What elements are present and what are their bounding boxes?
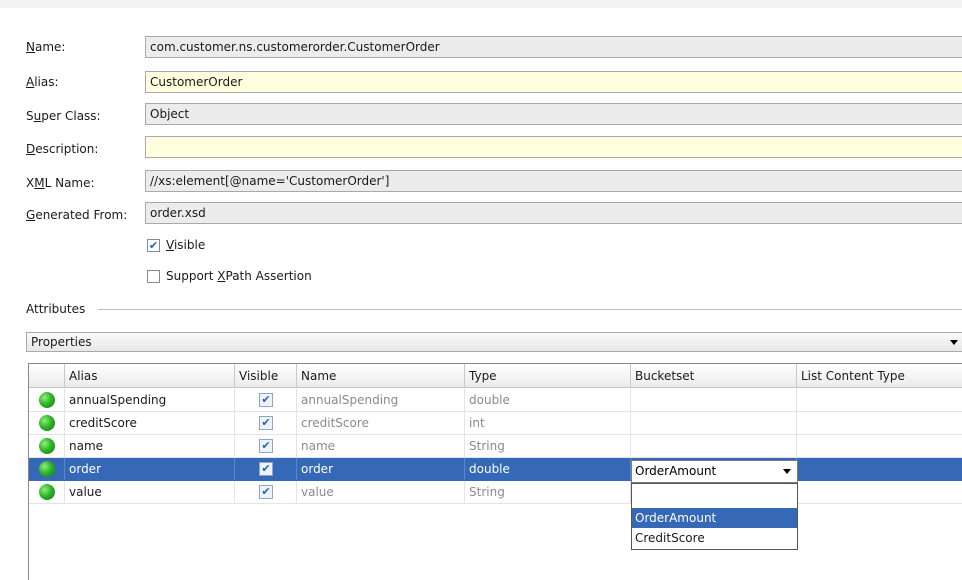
table-row[interactable]: name ✔ name String xyxy=(29,435,962,458)
column-header-name[interactable]: Name xyxy=(297,364,465,388)
visible-checkbox[interactable]: ✔ xyxy=(147,238,160,252)
name-cell: value xyxy=(297,481,465,503)
alias-cell[interactable]: value xyxy=(65,481,235,503)
alias-cell[interactable]: annualSpending xyxy=(65,389,235,411)
table-row[interactable]: value ✔ value String xyxy=(29,481,962,504)
description-field[interactable] xyxy=(145,136,962,158)
visible-cell[interactable]: ✔ xyxy=(235,412,297,434)
type-cell: double xyxy=(465,458,631,480)
visible-row-checkbox[interactable]: ✔ xyxy=(259,485,273,499)
visible-checkbox-label: Visible xyxy=(166,238,206,252)
super-class-field[interactable]: Object xyxy=(145,103,962,125)
visible-cell[interactable]: ✔ xyxy=(235,389,297,411)
name-cell: creditScore xyxy=(297,412,465,434)
list-content-type-cell[interactable] xyxy=(797,412,962,434)
generated-from-field[interactable]: order.xsd xyxy=(145,202,962,224)
super-class-label: Super Class: xyxy=(26,109,101,123)
table-row[interactable]: annualSpending ✔ annualSpending double xyxy=(29,389,962,412)
list-content-type-cell[interactable] xyxy=(797,435,962,457)
visible-row-checkbox[interactable]: ✔ xyxy=(259,393,273,407)
column-header-alias[interactable]: Alias xyxy=(65,364,235,388)
xml-name-field[interactable]: //xs:element[@name='CustomerOrder'] xyxy=(145,170,962,192)
visible-checkbox-row[interactable]: ✔ Visible xyxy=(147,237,205,253)
alias-field[interactable]: CustomerOrder xyxy=(145,71,962,93)
alias-cell[interactable]: creditScore xyxy=(65,412,235,434)
attributes-table: Alias Visible Name Type Bucketset List C… xyxy=(28,363,962,580)
xml-name-label: XML Name: xyxy=(26,176,95,190)
attributes-section-title: Attributes xyxy=(26,302,86,316)
bucketset-cell[interactable] xyxy=(631,389,797,411)
list-content-type-cell[interactable] xyxy=(797,458,962,480)
alias-cell[interactable]: name xyxy=(65,435,235,457)
visible-cell[interactable]: ✔ xyxy=(235,458,297,480)
description-label: Description: xyxy=(26,142,99,156)
xpath-assertion-label: Support XPath Assertion xyxy=(166,269,312,283)
bucketset-combobox-value: OrderAmount xyxy=(635,464,717,478)
list-content-type-cell[interactable] xyxy=(797,481,962,503)
name-cell: name xyxy=(297,435,465,457)
attribute-view-select-value: Properties xyxy=(31,335,92,349)
visible-cell[interactable]: ✔ xyxy=(235,481,297,503)
section-divider xyxy=(98,309,962,310)
generated-from-label: Generated From: xyxy=(26,208,128,222)
xpath-assertion-checkbox-row[interactable]: Support XPath Assertion xyxy=(147,268,312,284)
name-cell: annualSpending xyxy=(297,389,465,411)
top-strip xyxy=(0,0,962,8)
visible-cell[interactable]: ✔ xyxy=(235,435,297,457)
type-cell: String xyxy=(465,481,631,503)
table-row[interactable]: creditScore ✔ creditScore int xyxy=(29,412,962,435)
list-content-type-cell[interactable] xyxy=(797,389,962,411)
name-label: Name: xyxy=(26,40,66,54)
bucketset-cell[interactable] xyxy=(631,412,797,434)
dropdown-option-orderamount[interactable]: OrderAmount xyxy=(632,508,797,528)
type-cell: int xyxy=(465,412,631,434)
column-header-type[interactable]: Type xyxy=(465,364,631,388)
visible-row-checkbox[interactable]: ✔ xyxy=(259,416,273,430)
bucketset-combobox[interactable]: OrderAmount xyxy=(631,460,798,483)
column-header-visible[interactable]: Visible xyxy=(235,364,297,388)
checkmark-icon: ✔ xyxy=(148,238,159,252)
type-cell: double xyxy=(465,389,631,411)
name-cell: order xyxy=(297,458,465,480)
attribute-view-select[interactable]: Properties xyxy=(26,332,962,352)
alias-label: Alias: xyxy=(26,75,59,89)
xpath-assertion-checkbox[interactable] xyxy=(147,269,160,283)
chevron-down-icon xyxy=(950,340,958,345)
alias-cell[interactable]: order xyxy=(65,458,235,480)
visible-row-checkbox[interactable]: ✔ xyxy=(259,439,273,453)
column-header-bucketset[interactable]: Bucketset xyxy=(631,364,797,388)
table-row-selected[interactable]: order ✔ order double xyxy=(29,458,962,481)
bucketset-cell[interactable] xyxy=(631,435,797,457)
visible-row-checkbox[interactable]: ✔ xyxy=(259,462,273,476)
bucketset-dropdown-list: OrderAmount CreditScore xyxy=(631,483,798,550)
type-cell: String xyxy=(465,435,631,457)
chevron-down-icon[interactable] xyxy=(783,469,791,474)
name-field[interactable]: com.customer.ns.customerorder.CustomerOr… xyxy=(145,36,962,58)
dropdown-option-creditscore[interactable]: CreditScore xyxy=(632,528,797,548)
column-header-list-content-type[interactable]: List Content Type xyxy=(797,364,962,388)
status-column-header xyxy=(29,364,65,388)
dropdown-option-empty[interactable] xyxy=(632,484,797,504)
table-header: Alias Visible Name Type Bucketset List C… xyxy=(29,364,962,388)
